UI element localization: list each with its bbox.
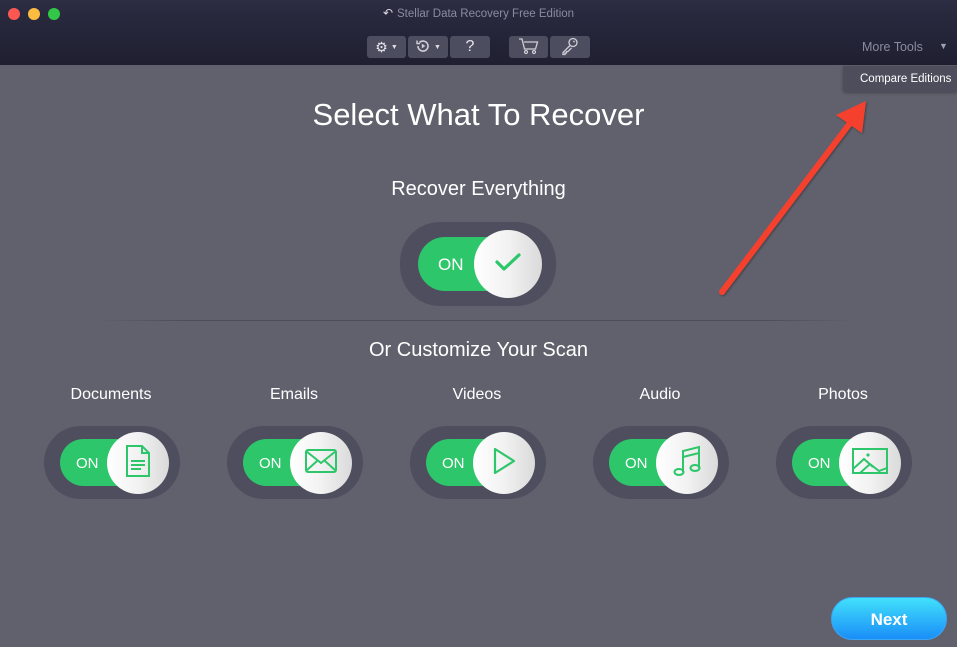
toggle-knob[interactable]: [474, 230, 542, 298]
next-button[interactable]: Next: [831, 597, 947, 640]
help-button[interactable]: ?: [450, 36, 490, 58]
page-title: Select What To Recover: [312, 97, 645, 132]
customize-scan-heading: Or Customize Your Scan: [369, 339, 588, 361]
toggle-state-label: ON: [259, 455, 282, 472]
caret-down-icon[interactable]: ▼: [939, 41, 948, 51]
title-bar: ↶ Stellar Data Recovery Free Edition ⚙ ▼ ▼…: [0, 0, 957, 65]
buy-button[interactable]: [509, 36, 548, 58]
category-label-videos: Videos: [452, 386, 502, 403]
section-divider: [95, 320, 855, 321]
toggle-state-label: ON: [808, 455, 831, 472]
activate-button[interactable]: [550, 36, 590, 58]
caret-down-icon: ▼: [434, 43, 441, 51]
window-title: ↶ Stellar Data Recovery Free Edition: [0, 6, 957, 20]
checkmark-icon: [494, 251, 522, 278]
more-tools-menu[interactable]: More Tools: [862, 40, 923, 54]
gear-icon: ⚙: [375, 38, 388, 55]
resume-recovery-icon: [415, 38, 431, 57]
resume-recovery-button[interactable]: ▼: [408, 36, 448, 58]
recover-everything-label: Recover Everything: [391, 178, 566, 200]
category-label-emails: Emails: [269, 386, 318, 403]
question-icon: ?: [465, 38, 475, 55]
back-arrow-icon: ↶: [382, 6, 393, 20]
window-title-text: Stellar Data Recovery Free Edition: [397, 8, 575, 20]
toggle-knob[interactable]: [290, 432, 352, 494]
music-note-icon: [672, 444, 702, 483]
more-tools-dropdown: Compare Editions: [843, 66, 957, 92]
toggle-knob[interactable]: [656, 432, 718, 494]
image-icon: [851, 447, 889, 480]
toggle-knob[interactable]: [473, 432, 535, 494]
category-label-audio: Audio: [639, 386, 681, 403]
settings-button[interactable]: ⚙ ▼: [367, 36, 406, 58]
toggle-state-label: ON: [76, 455, 99, 472]
key-icon: [560, 36, 580, 59]
category-label-photos: Photos: [818, 386, 868, 403]
toggle-state-label: ON: [625, 455, 648, 472]
arrow-shaft: [719, 115, 857, 295]
toggle-state-label: ON: [438, 255, 464, 274]
toggle-state-label: ON: [442, 455, 465, 472]
play-icon: [490, 446, 518, 481]
toggle-knob[interactable]: [107, 432, 169, 494]
caret-down-icon: ▼: [390, 43, 398, 51]
category-label-documents: Documents: [70, 386, 152, 403]
cart-icon: [518, 37, 540, 58]
envelope-icon: [304, 448, 338, 479]
toggle-knob[interactable]: [839, 432, 901, 494]
compare-editions-menu-item[interactable]: Compare Editions: [860, 73, 951, 85]
document-icon: [124, 444, 152, 483]
